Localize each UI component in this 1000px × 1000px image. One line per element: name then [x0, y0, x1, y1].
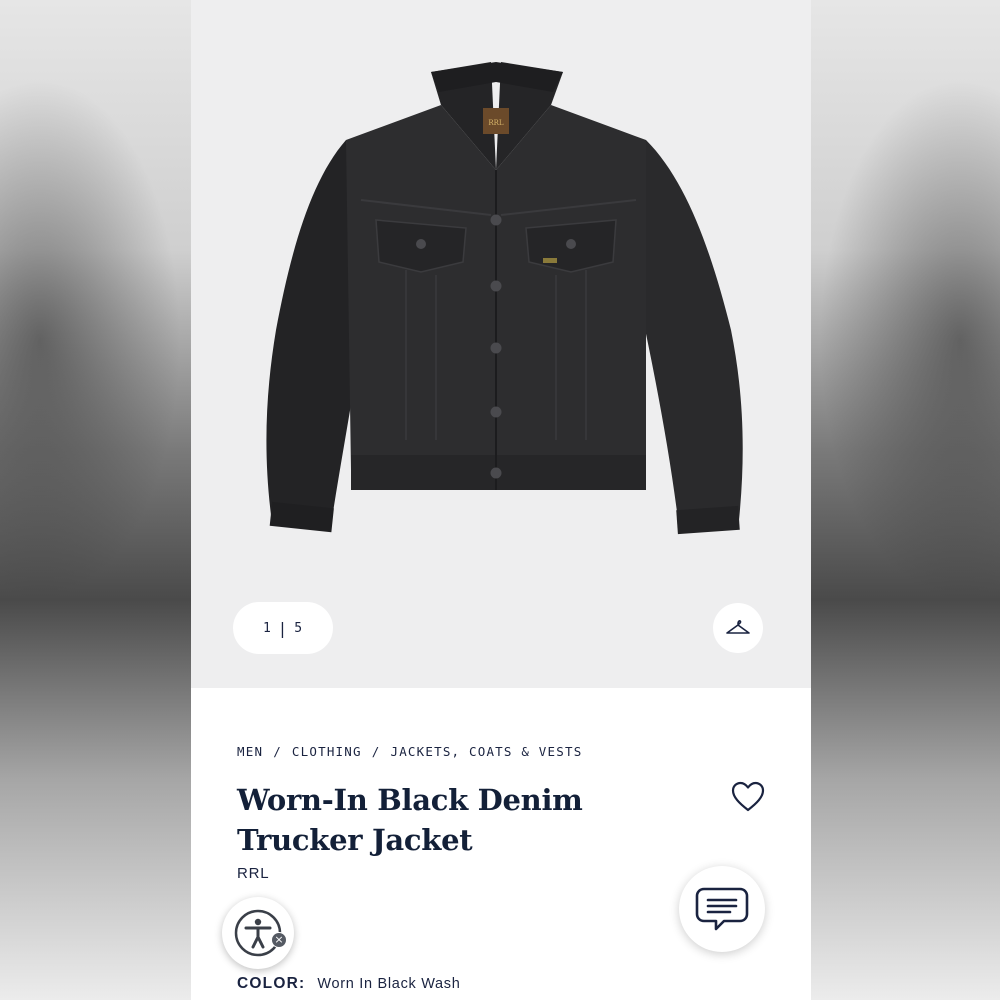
product-image-gallery[interactable]: RRL 1 | 5 [191, 0, 811, 688]
size-guide-button[interactable] [713, 603, 763, 653]
product-brand: RRL [237, 865, 270, 882]
color-selector: COLOR: Worn In Black Wash [237, 975, 461, 993]
chat-bubble-icon [695, 887, 749, 931]
wishlist-button[interactable] [729, 778, 767, 816]
pager-current: 1 [262, 620, 272, 636]
hanger-icon [726, 620, 750, 634]
image-pager: 1 | 5 [233, 602, 333, 654]
chat-button[interactable] [679, 866, 765, 952]
product-title: Worn-In Black Denim Trucker Jacket [237, 783, 583, 857]
product-image: RRL [266, 62, 743, 535]
color-value: Worn In Black Wash [317, 976, 461, 992]
pager-separator: | [279, 618, 287, 638]
breadcrumb-item-jackets[interactable]: JACKETS, COATS & VESTS [390, 744, 582, 759]
breadcrumb-item-men[interactable]: MEN [237, 744, 263, 759]
color-label: COLOR: [237, 975, 306, 992]
pager-total: 5 [294, 620, 304, 636]
mobile-product-page: RRL 1 | 5 MEN / CLOTHING / JACKETS, COAT… [191, 0, 811, 1000]
breadcrumb-separator: / [371, 744, 381, 759]
breadcrumb-item-clothing[interactable]: CLOTHING [292, 744, 362, 759]
close-icon[interactable]: × [271, 932, 287, 948]
breadcrumb-separator: / [273, 744, 282, 759]
heart-icon [731, 781, 765, 812]
breadcrumb: MEN / CLOTHING / JACKETS, COATS & VESTS [237, 744, 582, 759]
svg-text:RRL: RRL [488, 119, 504, 127]
